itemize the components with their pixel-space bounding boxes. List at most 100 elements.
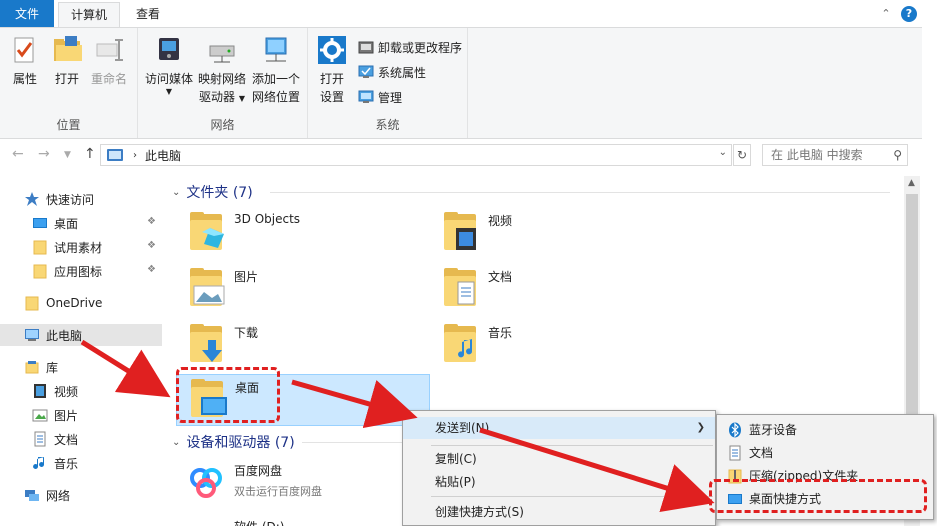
sidebar-item-lib-video[interactable]: 视频 [0,380,162,402]
forward-arrow-icon[interactable]: → [38,146,50,162]
folder-item-3d-objects[interactable]: 3D Objects [184,208,384,260]
annotation-box-desktop-shortcut [709,479,927,513]
breadcrumb-separator-icon[interactable]: › [133,150,137,161]
back-arrow-icon[interactable]: ← [12,146,24,162]
manage-button[interactable]: 管理 [358,86,402,108]
group-label-network: 网络 [210,118,235,132]
pictures-folder-icon [184,264,228,308]
star-icon [24,191,40,207]
open-folder-icon [51,34,83,66]
navigation-pane: 快速访问 桌面 ❖ 试用素材 ❖ 应用图标 ❖ OneDrive 此电脑 库 视… [0,176,162,526]
pictures-icon [32,407,48,423]
pin-icon[interactable]: ❖ [147,240,156,251]
document-icon [32,431,48,447]
scroll-up-arrow-icon[interactable]: ▲ [908,178,915,188]
music-folder-icon [438,320,482,364]
sidebar-item-this-pc[interactable]: 此电脑 [0,324,162,346]
group-header-devices[interactable]: ⌄ 设备和驱动器 (7) [172,432,402,452]
sidebar-item-quick-access[interactable]: 快速访问 [0,188,162,210]
open-button[interactable]: 打开 [50,34,84,88]
open-settings-button[interactable]: 打开 设置 [314,34,350,106]
pin-icon[interactable]: ❖ [147,216,156,227]
map-network-drive-button[interactable]: 映射网络 驱动器 ▼ [194,34,250,108]
this-pc-icon [107,149,123,161]
sidebar-item-lib-pictures[interactable]: 图片 [0,404,162,426]
ribbon-controls: ⌃ ? [879,6,917,22]
computer-icon [24,327,40,343]
group-header-folders[interactable]: ⌄ 文件夹 (7) [172,182,890,202]
uninstall-programs-button[interactable]: 卸载或更改程序 [358,36,462,58]
search-icon: ⚲ [893,148,902,162]
folder-item-documents[interactable]: 文档 [438,264,638,316]
sidebar-item-test-material[interactable]: 试用素材 ❖ [0,236,162,258]
ribbon: 属性 打开 重命名 位置 访问媒体 ▼ 映射网络 驱动器 ▼ 添加一个 网络位置… [0,27,922,139]
properties-icon [9,34,41,66]
search-input[interactable]: 在 此电脑 中搜索 ⚲ [762,144,908,166]
add-network-location-button[interactable]: 添加一个 网络位置 [248,34,304,106]
rename-button[interactable]: 重命名 [90,34,128,88]
network-drive-icon [206,34,238,66]
address-dropdown-icon[interactable]: ⌄ [719,147,727,158]
downloads-folder-icon [184,320,228,364]
network-icon [24,487,40,503]
device-item-partial-drive[interactable]: 软件 (D:) [184,516,404,526]
annotation-box-desktop-folder [176,367,280,423]
folder-item-pictures[interactable]: 图片 [184,264,384,316]
menu-item-send-to[interactable]: 发送到(N) ❯ [403,417,715,439]
menu-item-documents[interactable]: 文档 [717,442,933,464]
tab-computer[interactable]: 计算机 [58,2,120,29]
collapse-chevron-icon[interactable]: ⌄ [172,437,180,448]
document-icon [727,445,743,461]
collapse-chevron-icon[interactable]: ⌄ [172,187,180,198]
menu-item-bluetooth[interactable]: 蓝牙设备 [717,419,933,441]
refresh-icon[interactable]: ↻ [733,144,751,166]
dropdown-arrow-icon: ▼ [165,87,173,96]
folder-item-video[interactable]: 视频 [438,208,638,260]
media-icon [153,34,185,66]
folder-item-downloads[interactable]: 下载 [184,320,384,372]
network-location-icon [260,34,292,66]
manage-icon [358,89,374,105]
music-icon [32,455,48,471]
system-properties-icon [358,64,374,80]
tab-view[interactable]: 查看 [124,2,172,28]
properties-button[interactable]: 属性 [8,34,42,88]
menu-item-copy[interactable]: 复制(C) [403,448,715,470]
group-label-system: 系统 [375,118,400,132]
submenu-arrow-icon: ❯ [696,422,705,433]
breadcrumb-this-pc[interactable]: 此电脑 [145,147,181,164]
video-icon [32,383,48,399]
menu-item-create-shortcut[interactable]: 创建快捷方式(S) [403,501,715,523]
video-folder-icon [438,208,482,252]
sidebar-item-network[interactable]: 网络 [0,484,162,506]
sidebar-item-lib-docs[interactable]: 文档 [0,428,162,450]
collapse-ribbon-chevron-icon[interactable]: ⌃ [879,7,893,21]
uninstall-icon [358,39,374,55]
folder-icon [24,295,40,311]
folder-icon [32,263,48,279]
sidebar-item-lib-music[interactable]: 音乐 [0,452,162,474]
context-menu: 发送到(N) ❯ 复制(C) 粘贴(P) 创建快捷方式(S) [402,410,716,526]
help-icon[interactable]: ? [901,6,917,22]
sidebar-item-app-icons[interactable]: 应用图标 ❖ [0,260,162,282]
address-bar[interactable]: › 此电脑 ⌄ [100,144,732,166]
baidu-netdisk-icon [184,460,228,504]
ribbon-tab-bar: 文件 计算机 查看 ⌃ ? [0,0,937,29]
pin-icon[interactable]: ❖ [147,264,156,275]
tab-file[interactable]: 文件 [0,0,54,28]
scrollbar-thumb[interactable] [906,194,918,414]
up-arrow-icon[interactable]: ↑ [84,146,96,162]
sidebar-item-desktop[interactable]: 桌面 ❖ [0,212,162,234]
device-item-baidu-netdisk[interactable]: 百度网盘 双击运行百度网盘 [184,460,404,512]
settings-gear-icon [316,34,348,66]
system-properties-button[interactable]: 系统属性 [358,61,426,83]
library-icon [24,359,40,375]
group-label-location: 位置 [56,118,81,132]
access-media-button[interactable]: 访问媒体 ▼ [142,34,196,96]
menu-item-paste[interactable]: 粘贴(P) [403,471,715,493]
recent-locations-chevron-icon[interactable]: ▼ [64,150,71,160]
sidebar-item-onedrive[interactable]: OneDrive [0,292,162,314]
folder-icon [32,239,48,255]
folder-item-music[interactable]: 音乐 [438,320,638,372]
sidebar-item-libraries[interactable]: 库 [0,356,162,378]
